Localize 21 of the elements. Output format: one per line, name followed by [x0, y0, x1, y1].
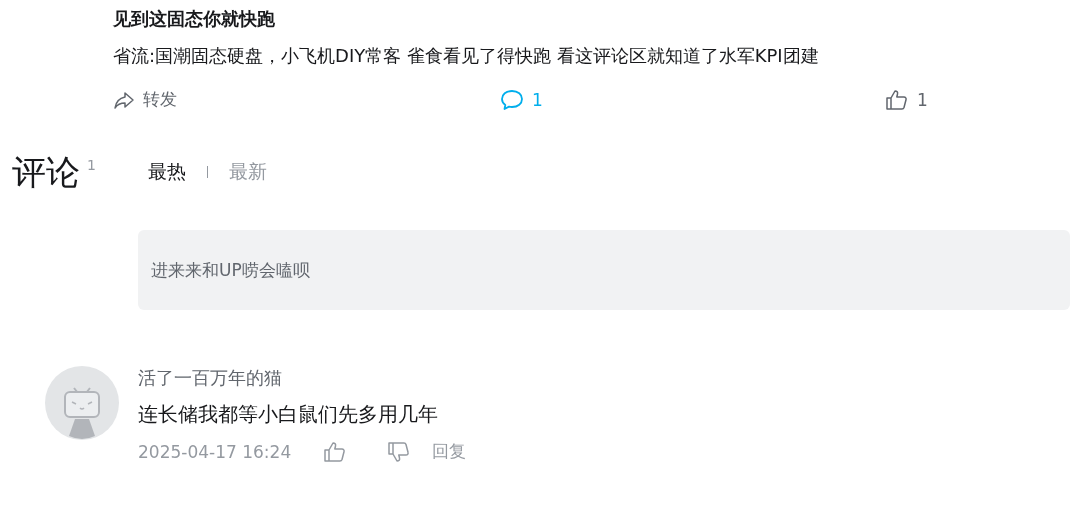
comment-time: 2025-04-17 16:24	[138, 441, 292, 462]
like-button[interactable]	[323, 440, 348, 463]
comment-author[interactable]: 活了一百万年的猫	[138, 365, 467, 391]
reply-button[interactable]: 回复	[432, 440, 467, 463]
dislike-button[interactable]	[387, 440, 412, 463]
comment-input[interactable]: 进来来和UP唠会嗑呗	[138, 230, 1070, 310]
post-text: 省流:国潮固态硬盘，小飞机DIY常客 雀食看见了得快跑 看这评论区就知道了水军KPI团建	[113, 44, 820, 68]
post-title: 见到这固态你就快跑	[113, 7, 276, 31]
speech-bubble-icon	[500, 88, 524, 111]
thumbs-down-icon	[387, 440, 412, 463]
sort-tab[interactable]: 最热	[147, 159, 186, 185]
comment-count: 1	[87, 157, 96, 173]
comments-title: 评论	[12, 151, 80, 193]
thumbs-up-icon	[885, 88, 909, 111]
share-icon	[113, 89, 135, 110]
comment-text: 连长储我都等小白鼠们先多用几年	[138, 401, 439, 428]
sort-tab[interactable]: 最新	[228, 159, 267, 185]
avatar-icon	[45, 366, 119, 440]
thumbs-up-icon	[323, 440, 348, 463]
share-button[interactable]: 转发	[113, 88, 177, 111]
like-button[interactable]: 1	[885, 88, 928, 111]
